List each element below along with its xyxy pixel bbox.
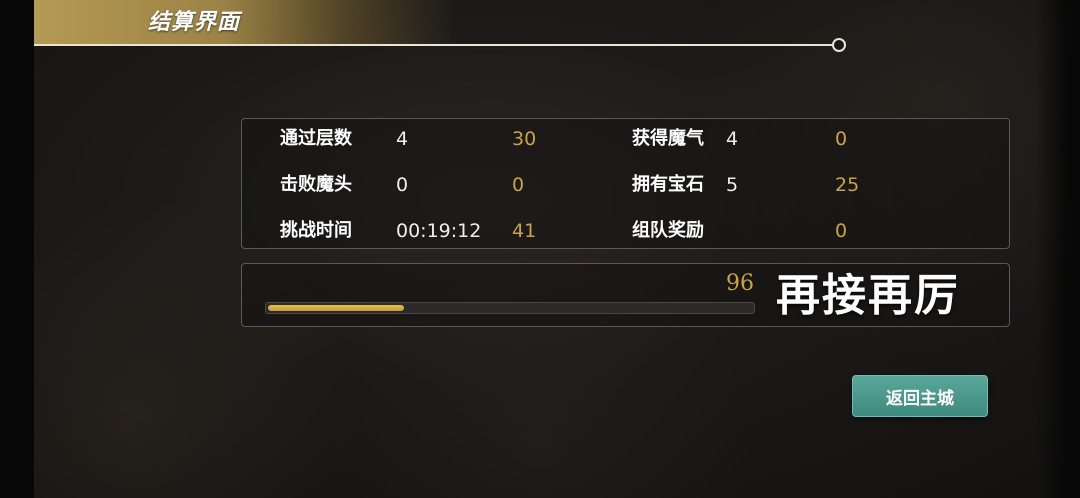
stat-score-team-bonus: 0 — [835, 220, 848, 242]
stat-label-time: 挑战时间 — [280, 220, 352, 241]
stat-label-bosses: 击败魔头 — [280, 174, 352, 195]
stat-label-gems: 拥有宝石 — [632, 174, 704, 195]
title-divider-end-dot — [832, 38, 846, 52]
left-edge — [0, 0, 34, 498]
stat-label-magic: 获得魔气 — [632, 128, 704, 149]
stat-score-floors: 30 — [512, 128, 537, 150]
score-progress-bar — [265, 302, 755, 314]
stats-panel: 通过层数 4 30 获得魔气 4 0 击败魔头 0 0 拥有宝石 5 25 挑战… — [241, 118, 1010, 249]
stat-score-magic: 0 — [835, 128, 848, 150]
stat-label-floors: 通过层数 — [280, 128, 352, 149]
stat-score-bosses: 0 — [512, 174, 525, 196]
result-message: 再接再厉 — [776, 270, 960, 321]
stat-value-time: 00:19:12 — [396, 220, 482, 242]
title-divider — [34, 44, 834, 46]
page-title: 结算界面 — [148, 9, 241, 35]
score-progress-fill — [268, 305, 404, 311]
right-edge — [1036, 0, 1080, 498]
stat-score-gems: 25 — [835, 174, 860, 196]
background — [0, 0, 1080, 498]
stat-value-bosses: 0 — [396, 174, 409, 196]
total-score: 96 — [726, 271, 754, 296]
stat-label-team-bonus: 组队奖励 — [632, 220, 704, 241]
stat-value-magic: 4 — [726, 128, 739, 150]
stat-value-gems: 5 — [726, 174, 739, 196]
stat-value-floors: 4 — [396, 128, 409, 150]
return-to-main-city-button[interactable]: 返回主城 — [852, 375, 988, 417]
stat-score-time: 41 — [512, 220, 537, 242]
title-banner — [34, 0, 454, 44]
